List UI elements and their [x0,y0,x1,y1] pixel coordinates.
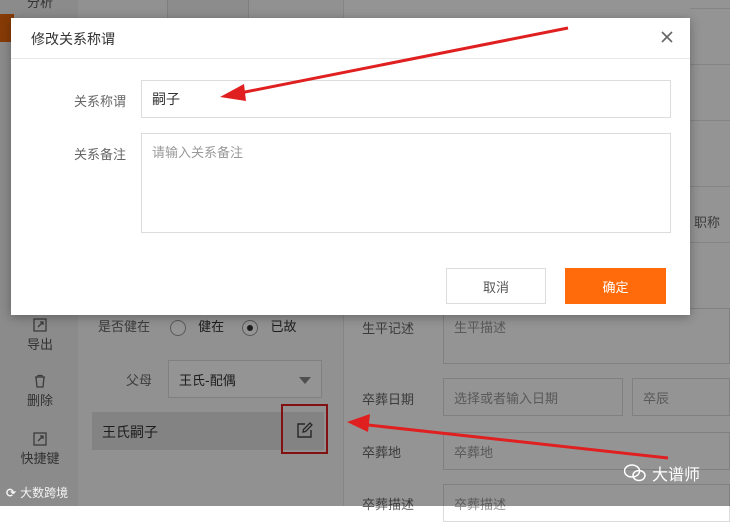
ok-button-label: 确定 [602,280,629,296]
cancel-button-label: 取消 [482,280,509,296]
brand-logo-icon: ⟳ [6,486,17,500]
note-textarea[interactable]: 请输入关系备注 [141,133,671,233]
watermark-right-text: 大谱师 [652,465,701,484]
edit-relation-dialog: 修改关系称谓 关系称谓 嗣子 关系备注 请输入关系备注 取消 确定 [11,18,690,315]
watermark-left-text: 大数跨境 [20,486,69,500]
relation-input[interactable]: 嗣子 [141,80,671,118]
watermark-right: 大谱师 [624,461,700,485]
note-label: 关系备注 [73,148,126,163]
watermark-left: ⟳ 大数跨境 [6,484,68,501]
relation-label: 关系称谓 [73,95,126,110]
cancel-button[interactable]: 取消 [446,268,546,304]
close-icon[interactable] [658,28,676,46]
ok-button[interactable]: 确定 [565,268,666,304]
dialog-header: 修改关系称谓 [11,18,690,59]
dialog-title: 修改关系称谓 [31,32,115,48]
wechat-icon [624,464,646,482]
